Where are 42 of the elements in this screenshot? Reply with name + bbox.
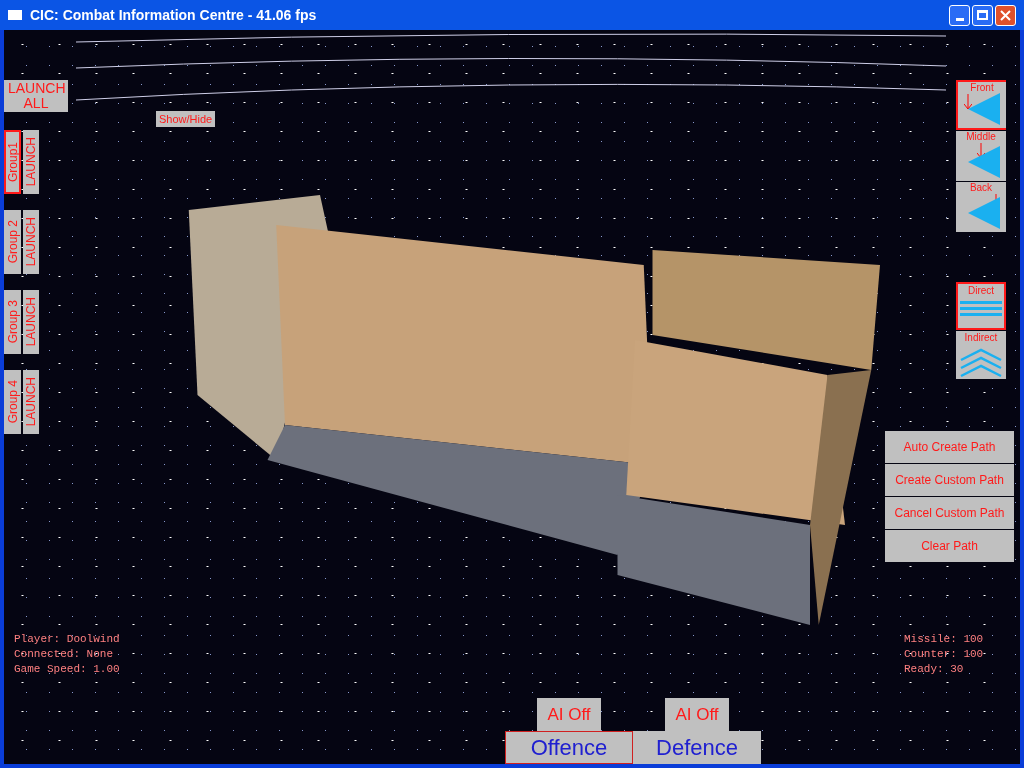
triangle-icon (968, 197, 1000, 229)
ai-toggle-button[interactable]: AI Off (665, 698, 729, 731)
down-arrow-icon (964, 94, 972, 110)
launch-all-button[interactable]: LAUNCH ALL (4, 80, 68, 112)
triangle-icon (968, 93, 1000, 125)
formation-button[interactable]: Middle (956, 131, 1006, 181)
close-icon (1000, 9, 1011, 21)
side-tab[interactable]: Defence (633, 731, 761, 764)
group-launch-button[interactable]: LAUNCH (23, 210, 39, 274)
ai-toggle-button[interactable]: AI Off (537, 698, 601, 731)
side-tab[interactable]: Offence (505, 731, 633, 764)
group-launch-button[interactable]: LAUNCH (23, 290, 39, 354)
path-button[interactable]: Clear Path (885, 530, 1014, 562)
down-arrow-icon (977, 143, 985, 159)
close-button[interactable] (995, 4, 1016, 26)
player-info-text: Player: Doolwind (14, 632, 120, 647)
path-button[interactable]: Auto Create Path (885, 431, 1014, 463)
formation-button[interactable]: Front (956, 80, 1006, 130)
player-info-text: Connected: None (14, 647, 115, 662)
path-button[interactable]: Cancel Custom Path (885, 497, 1014, 529)
group-launch-button[interactable]: LAUNCH (23, 370, 39, 434)
window-icon (8, 10, 22, 20)
parallel-lines-icon (960, 301, 1002, 317)
player-info-text: Game Speed: 1.00 (14, 662, 120, 677)
group-select-button[interactable]: Group 2 (4, 210, 21, 274)
chevrons-up-icon (960, 348, 1002, 378)
group-select-button[interactable]: Group 3 (4, 290, 21, 354)
attack-mode-button[interactable]: Indirect (956, 331, 1006, 379)
ammo-info-text: Ready: 30 (904, 662, 965, 677)
window-title: CIC: Combat Information Centre - 41.06 fps (30, 5, 318, 25)
formation-button[interactable]: Back (956, 182, 1006, 232)
ammo-info-text: Missile: 100 (904, 632, 984, 647)
triangle-icon (968, 146, 1000, 178)
group-launch-button[interactable]: LAUNCH (23, 130, 39, 194)
show-hide-button[interactable]: Show/Hide (156, 111, 216, 127)
ammo-info-text: Counter: 100 (904, 647, 984, 662)
maximize-button[interactable] (972, 4, 993, 26)
group-select-button[interactable]: Group 4 (4, 370, 21, 434)
group-select-button[interactable]: Group1 (4, 130, 21, 194)
minimize-button[interactable] (949, 4, 970, 26)
path-button[interactable]: Create Custom Path (885, 464, 1014, 496)
attack-mode-button[interactable]: Direct (956, 282, 1006, 330)
